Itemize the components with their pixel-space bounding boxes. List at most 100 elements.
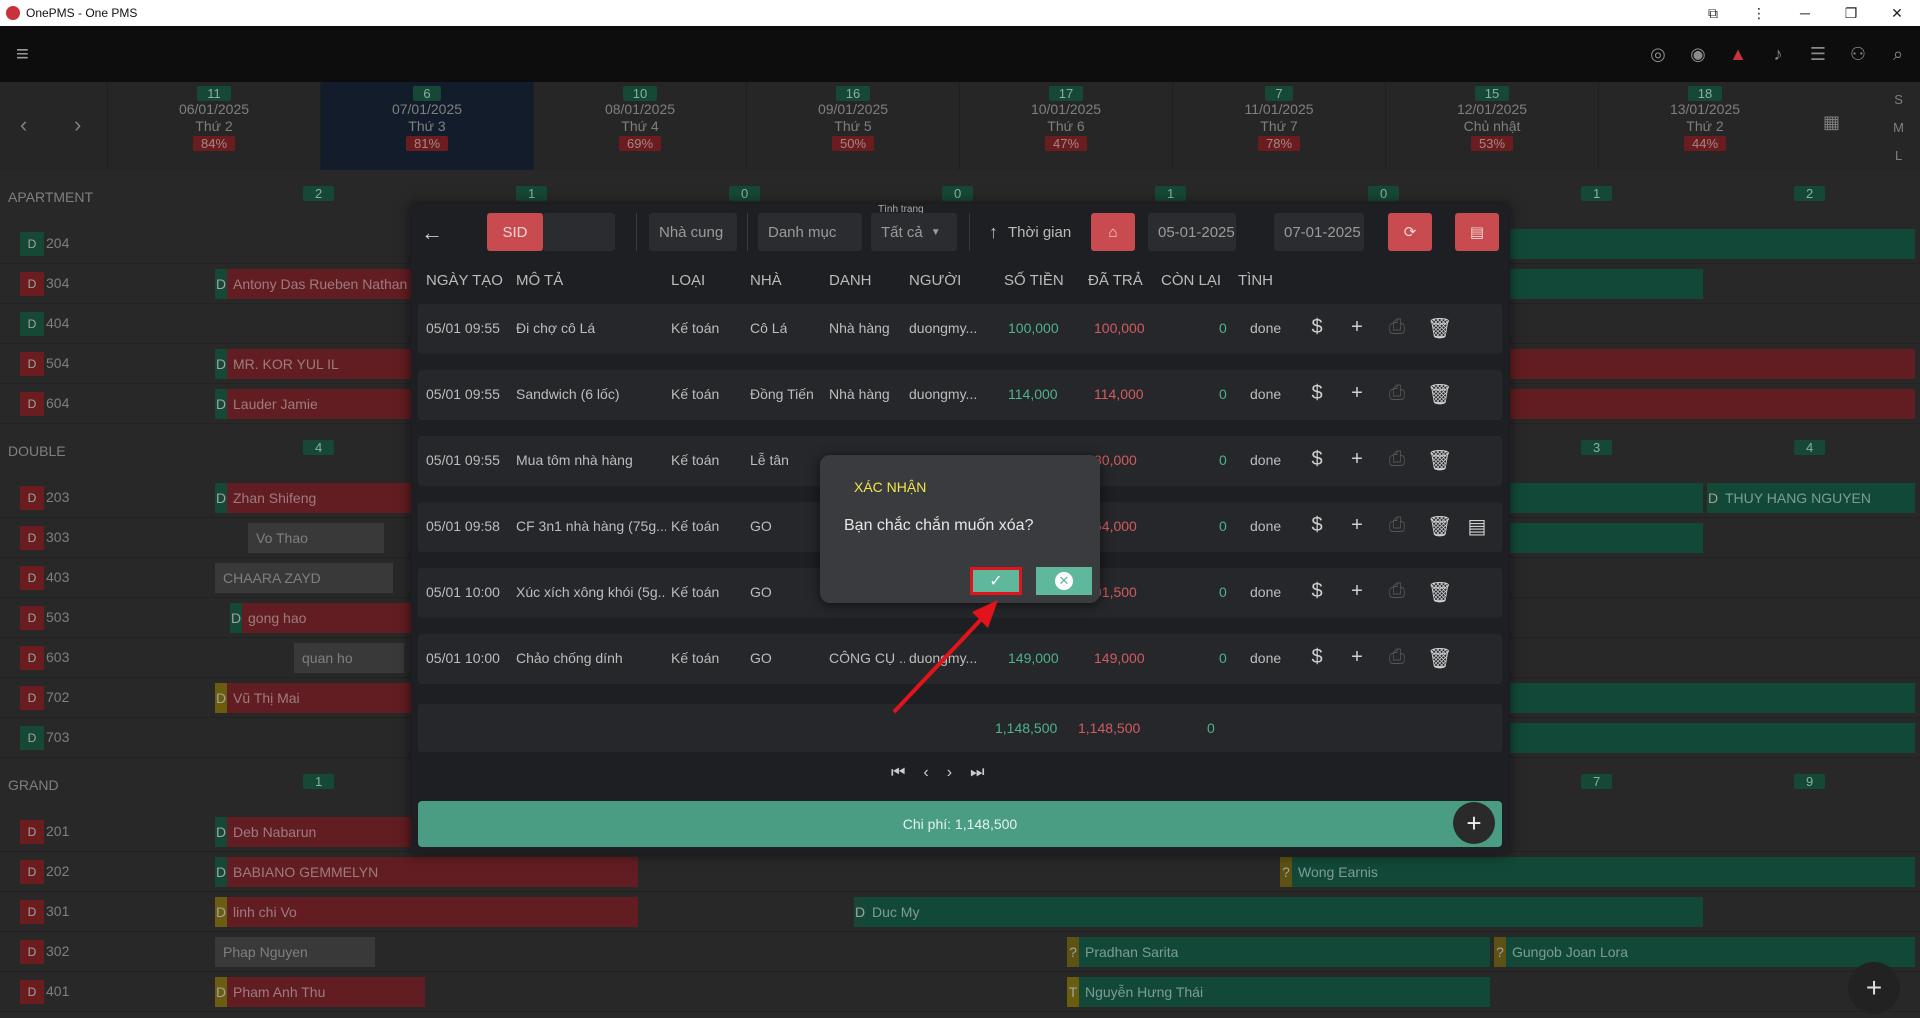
dollar-icon[interactable]: $	[1307, 580, 1327, 603]
cell-status: done	[1250, 386, 1282, 402]
cell-remaining: 0	[1219, 386, 1227, 402]
cell-remaining: 0	[1219, 650, 1227, 666]
dollar-icon[interactable]: $	[1307, 448, 1327, 471]
table-row[interactable]: 05/01 09:55 Sandwich (6 lốc) Kế toán Đồn…	[418, 370, 1502, 420]
notes-icon[interactable]: ▤	[1467, 514, 1487, 539]
cell-desc: CF 3n1 nhà hàng (75g...	[516, 518, 666, 534]
dollar-icon[interactable]: $	[1307, 646, 1327, 669]
prev-page-icon[interactable]: ‹	[923, 764, 928, 782]
expense-toolbar: ← SID Nhà cung Danh mục Tình trạng Tất c…	[411, 204, 1509, 260]
refresh-button[interactable]: ⟳	[1388, 213, 1432, 251]
cell-type: Kế toán	[671, 452, 720, 468]
globe-icon[interactable]: ◎	[1644, 40, 1672, 68]
plus-icon[interactable]: +	[1347, 646, 1367, 669]
document-icon: ▤	[1469, 224, 1485, 241]
trash-icon[interactable]: 🗑	[1427, 316, 1452, 341]
cell-desc: Xúc xích xông khói (5g...	[516, 584, 666, 600]
trash-icon[interactable]: 🗑	[1427, 448, 1452, 473]
date-to-input[interactable]: 07-01-2025	[1274, 213, 1364, 251]
export-button[interactable]: ▤	[1455, 213, 1499, 251]
column-header[interactable]: TÌNH	[1238, 272, 1273, 289]
next-page-icon[interactable]: ›	[947, 764, 952, 782]
cell-vendor: GO	[750, 584, 772, 600]
bell-icon[interactable]: ♪	[1764, 40, 1792, 68]
close-button[interactable]: ✕	[1874, 0, 1920, 26]
cell-type: Kế toán	[671, 320, 720, 336]
cell-amount: 149,000	[1008, 650, 1059, 666]
hamburger-menu-icon[interactable]: ≡	[16, 43, 38, 65]
cell-desc: Sandwich (6 lốc)	[516, 386, 620, 402]
window-title: OnePMS - One PMS	[26, 6, 138, 20]
cell-date: 05/01 10:00	[426, 584, 500, 600]
column-header[interactable]: DANH	[829, 272, 872, 289]
minimize-button[interactable]: ─	[1782, 0, 1828, 26]
window-titlebar: OnePMS - One PMS ⧉ ⋮ ─ ❐ ✕	[0, 0, 1920, 26]
cell-paid: 64,000	[1094, 518, 1137, 534]
cell-user: duongmy...	[909, 386, 978, 402]
print-icon: ⎙	[1389, 646, 1405, 668]
category-input[interactable]: Danh mục	[758, 213, 862, 251]
print-icon: ⎙	[1389, 316, 1405, 338]
add-booking-button[interactable]: +	[1848, 962, 1900, 1014]
cell-vendor: Cô Lá	[750, 320, 788, 336]
dollar-icon[interactable]: $	[1307, 382, 1327, 405]
cancel-button[interactable]: ✕	[1036, 567, 1092, 595]
cell-remaining: 0	[1219, 584, 1227, 600]
plus-icon[interactable]: +	[1347, 316, 1367, 339]
maximize-button[interactable]: ❐	[1828, 0, 1874, 26]
supplier-input[interactable]: Nhà cung	[649, 213, 737, 251]
cell-date: 05/01 09:55	[426, 452, 500, 468]
cell-status: done	[1250, 518, 1282, 534]
column-header[interactable]: MÔ TẢ	[516, 272, 563, 289]
more-options-icon[interactable]: ⋮	[1736, 0, 1782, 26]
trash-icon[interactable]: 🗑	[1427, 580, 1452, 605]
plus-icon[interactable]: +	[1347, 514, 1367, 537]
cell-status: done	[1250, 584, 1282, 600]
total-remaining: 0	[1207, 720, 1215, 736]
trash-icon[interactable]: 🗑	[1427, 382, 1452, 407]
app-bar: ≡ ◎ ◉ ▲ ♪ ☰ ⚇ ⌕	[0, 26, 1920, 82]
refresh-icon: ⟳	[1403, 224, 1417, 241]
cell-status: done	[1250, 320, 1282, 336]
dollar-icon[interactable]: $	[1307, 514, 1327, 537]
column-header[interactable]: NGÀY TẠO	[426, 272, 503, 289]
sort-time-button[interactable]: ↑ Thời gian	[979, 213, 1089, 251]
column-header[interactable]: NHÀ	[750, 272, 782, 289]
cell-paid: 30,000	[1094, 452, 1137, 468]
column-header[interactable]: NGƯỜI	[909, 272, 961, 289]
column-header[interactable]: CÒN LẠI	[1161, 272, 1221, 289]
plus-icon[interactable]: +	[1347, 382, 1367, 405]
table-row[interactable]: 05/01 09:55 Đi chợ cô Lá Kế toán Cô Lá N…	[418, 304, 1502, 354]
total-cost-bar: Chi phí: 1,148,500	[418, 801, 1502, 847]
search-icon[interactable]: ⌕	[1884, 40, 1912, 68]
extensions-icon[interactable]: ⧉	[1690, 0, 1736, 26]
cell-desc: Đi chợ cô Lá	[516, 320, 596, 336]
trash-icon[interactable]: 🗑	[1427, 514, 1452, 539]
bank-button[interactable]: ⌂	[1091, 213, 1135, 251]
column-header[interactable]: LOẠI	[671, 272, 705, 289]
back-arrow-icon[interactable]: ←	[421, 220, 443, 246]
column-header[interactable]: SỐ TIỀN	[1004, 272, 1064, 289]
sid-button[interactable]: SID	[487, 213, 543, 251]
trash-icon[interactable]: 🗑	[1427, 646, 1452, 671]
eye-icon[interactable]: ◉	[1684, 40, 1712, 68]
list-icon[interactable]: ☰	[1804, 40, 1832, 68]
first-page-icon[interactable]: ⏮	[891, 764, 905, 782]
last-page-icon[interactable]: ⏭	[970, 764, 984, 782]
divider	[969, 213, 970, 251]
status-select[interactable]: Tất cả ▼	[871, 213, 957, 251]
cell-remaining: 0	[1219, 518, 1227, 534]
warning-icon[interactable]: ▲	[1724, 40, 1752, 68]
add-user-icon[interactable]: ⚇	[1844, 40, 1872, 68]
plus-icon[interactable]: +	[1347, 448, 1367, 471]
cell-date: 05/01 09:58	[426, 518, 500, 534]
plus-icon[interactable]: +	[1347, 580, 1367, 603]
sid-input[interactable]	[543, 213, 615, 251]
cell-date: 05/01 09:55	[426, 386, 500, 402]
date-from-input[interactable]: 05-01-2025	[1148, 213, 1236, 251]
cell-type: Kế toán	[671, 518, 720, 534]
add-expense-button[interactable]: +	[1453, 802, 1495, 844]
column-header[interactable]: ĐÃ TRẢ	[1088, 272, 1143, 289]
print-icon: ⎙	[1389, 382, 1405, 404]
dollar-icon[interactable]: $	[1307, 316, 1327, 339]
